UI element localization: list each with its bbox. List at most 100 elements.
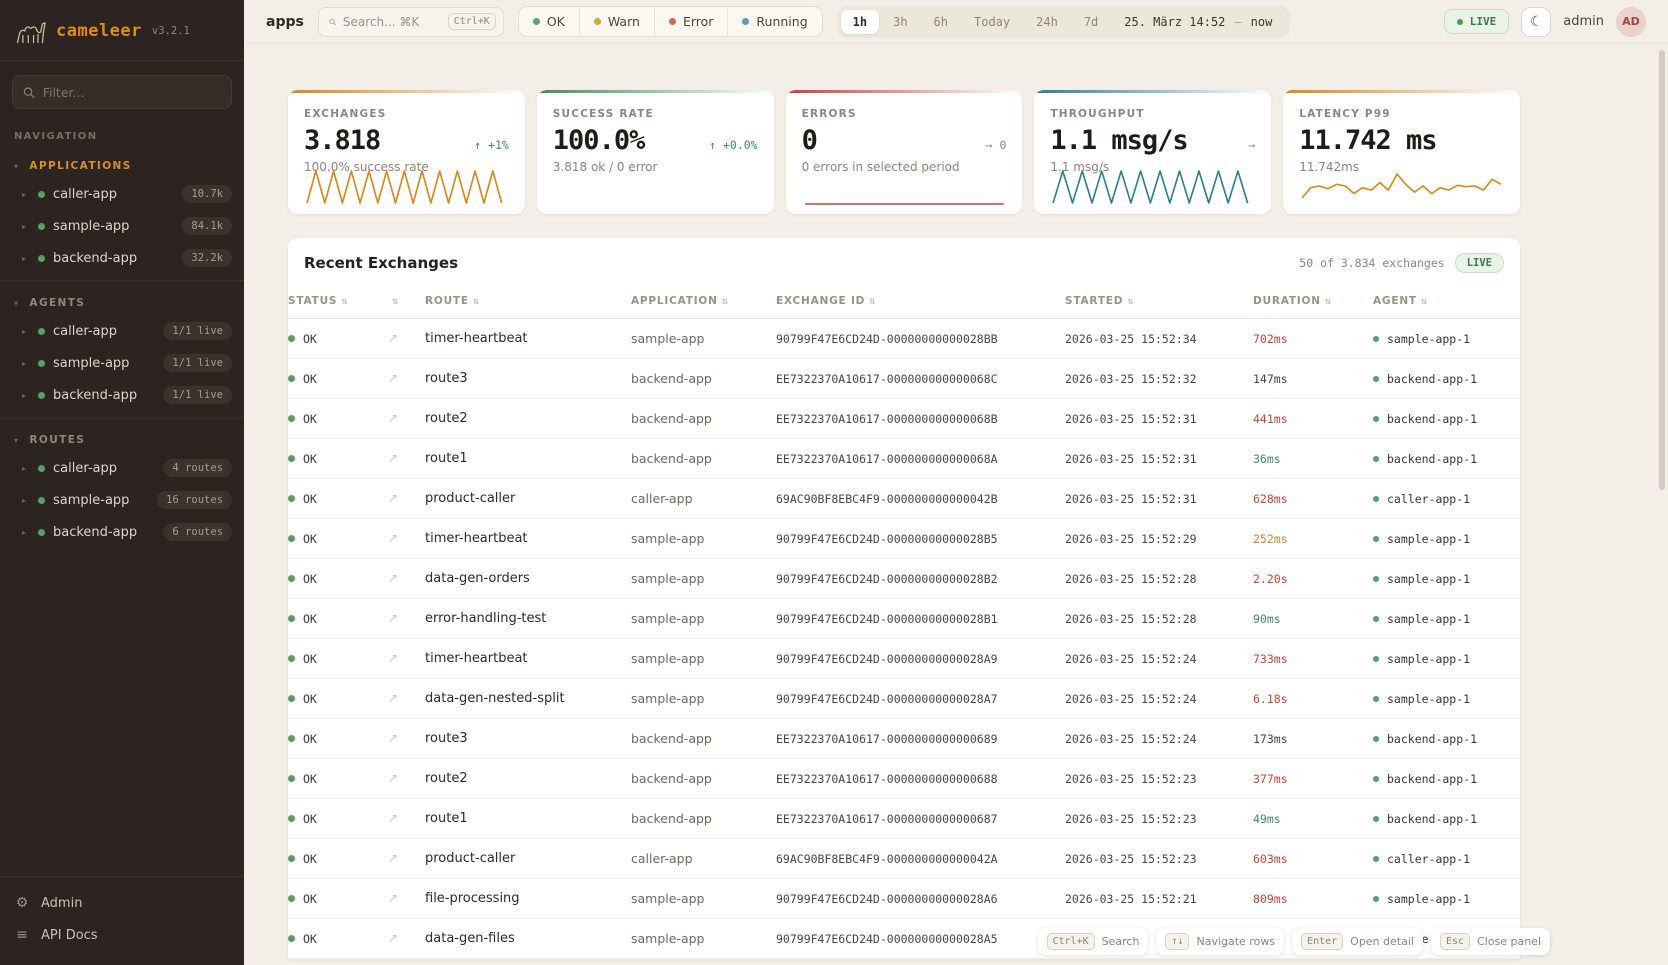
expand-cell[interactable]: ↗ — [388, 519, 425, 559]
table-row[interactable]: OK↗product-callercaller-app69AC90BF8EBC4… — [288, 479, 1520, 519]
column-header-agent[interactable]: AGENT⇅ — [1373, 286, 1520, 319]
table-row[interactable]: OK↗error-handling-testsample-app90799F47… — [288, 599, 1520, 639]
expand-cell[interactable]: ↗ — [388, 759, 425, 799]
open-detail-icon[interactable]: ↗ — [388, 531, 398, 545]
status-filter-ok[interactable]: OK — [519, 7, 579, 36]
column-header-status[interactable]: STATUS⇅ — [288, 286, 388, 319]
table-row[interactable]: OK↗file-processingsample-app90799F47E6CD… — [288, 879, 1520, 919]
theme-toggle-button[interactable]: ☾ — [1521, 7, 1551, 37]
expand-cell[interactable]: ↗ — [388, 879, 425, 919]
column-header-duration[interactable]: DURATION⇅ — [1253, 286, 1373, 319]
sidebar-item-backend-app[interactable]: ▸backend-app1/1 live — [0, 379, 244, 411]
expand-cell[interactable]: ↗ — [388, 799, 425, 839]
expand-cell[interactable]: ↗ — [388, 359, 425, 399]
table-row[interactable]: OK↗data-gen-nested-splitsample-app90799F… — [288, 679, 1520, 719]
expand-cell[interactable]: ↗ — [388, 559, 425, 599]
open-detail-icon[interactable]: ↗ — [388, 611, 398, 625]
table-row[interactable]: OK↗route2backend-appEE7322370A10617-0000… — [288, 759, 1520, 799]
time-range-24h[interactable]: 24h — [1024, 10, 1070, 34]
expand-cell[interactable]: ↗ — [388, 439, 425, 479]
status-filter-running[interactable]: Running — [727, 7, 821, 36]
sidebar-section-header-routes[interactable]: ▾ROUTES — [0, 428, 244, 452]
open-detail-icon[interactable]: ↗ — [388, 851, 398, 865]
column-header-expand[interactable]: ⇅ — [388, 286, 425, 319]
table-row[interactable]: OK↗timer-heartbeatsample-app90799F47E6CD… — [288, 519, 1520, 559]
open-detail-icon[interactable]: ↗ — [388, 491, 398, 505]
time-range-1h[interactable]: 1h — [841, 10, 879, 34]
open-detail-icon[interactable]: ↗ — [388, 451, 398, 465]
sidebar-section-header-applications[interactable]: ▾APPLICATIONS — [0, 154, 244, 178]
global-search[interactable]: Ctrl+K — [318, 7, 504, 37]
expand-cell[interactable]: ↗ — [388, 319, 425, 359]
status-filter-error[interactable]: Error — [654, 7, 727, 36]
open-detail-icon[interactable]: ↗ — [388, 691, 398, 705]
agent-dot-icon — [1373, 496, 1379, 502]
open-detail-icon[interactable]: ↗ — [388, 331, 398, 345]
table-row[interactable]: OK↗product-callercaller-app69AC90BF8EBC4… — [288, 839, 1520, 879]
footer-item-api-docs[interactable]: ≡API Docs — [0, 919, 244, 951]
sidebar-item-caller-app[interactable]: ▸caller-app4 routes — [0, 452, 244, 484]
sidebar-item-badge: 1/1 live — [163, 322, 232, 340]
agent-cell: backend-app-1 — [1373, 439, 1520, 479]
table-row[interactable]: OK↗route3backend-appEE7322370A10617-0000… — [288, 719, 1520, 759]
column-header-route[interactable]: ROUTE⇅ — [425, 286, 631, 319]
sidebar-item-label: backend-app — [53, 388, 155, 403]
scrollbar[interactable] — [1659, 50, 1665, 490]
expand-cell[interactable]: ↗ — [388, 479, 425, 519]
expand-cell[interactable]: ↗ — [388, 719, 425, 759]
open-detail-icon[interactable]: ↗ — [388, 731, 398, 745]
table-live-badge[interactable]: LIVE — [1455, 253, 1504, 273]
sidebar-item-caller-app[interactable]: ▸caller-app1/1 live — [0, 315, 244, 347]
status-filter-warn[interactable]: Warn — [579, 7, 654, 36]
status-filter-label: Warn — [608, 14, 640, 29]
sidebar-item-sample-app[interactable]: ▸sample-app1/1 live — [0, 347, 244, 379]
filter-input[interactable] — [43, 85, 221, 100]
table-row[interactable]: OK↗route1backend-appEE7322370A10617-0000… — [288, 439, 1520, 479]
time-range-today[interactable]: Today — [962, 10, 1022, 34]
live-badge[interactable]: LIVE — [1444, 9, 1510, 34]
sidebar-filter[interactable] — [12, 75, 232, 109]
search-input[interactable] — [343, 15, 441, 29]
expand-cell[interactable]: ↗ — [388, 839, 425, 879]
open-detail-icon[interactable]: ↗ — [388, 571, 398, 585]
open-detail-icon[interactable]: ↗ — [388, 411, 398, 425]
application-cell: sample-app — [631, 599, 776, 639]
sidebar-item-caller-app[interactable]: ▸caller-app10.7k — [0, 178, 244, 210]
table-row[interactable]: OK↗route1backend-appEE7322370A10617-0000… — [288, 799, 1520, 839]
agent-wrap: backend-app-1 — [1373, 732, 1520, 746]
time-range-7d[interactable]: 7d — [1072, 10, 1110, 34]
time-range-3h[interactable]: 3h — [881, 10, 919, 34]
column-header-exchange-id[interactable]: EXCHANGE ID⇅ — [776, 286, 1065, 319]
expand-cell[interactable]: ↗ — [388, 679, 425, 719]
avatar[interactable]: AD — [1616, 7, 1646, 37]
route-cell: file-processing — [425, 879, 631, 919]
open-detail-icon[interactable]: ↗ — [388, 771, 398, 785]
table-row[interactable]: OK↗route2backend-appEE7322370A10617-0000… — [288, 399, 1520, 439]
footer-item-admin[interactable]: ⚙Admin — [0, 887, 244, 919]
table-row[interactable]: OK↗timer-heartbeatsample-app90799F47E6CD… — [288, 639, 1520, 679]
sidebar-item-sample-app[interactable]: ▸sample-app16 routes — [0, 484, 244, 516]
date-range[interactable]: 25. März 14:52 — now — [1112, 15, 1286, 29]
agent-dot-icon — [1373, 616, 1379, 622]
sidebar-item-backend-app[interactable]: ▸backend-app32.2k — [0, 242, 244, 274]
sidebar-item-sample-app[interactable]: ▸sample-app84.1k — [0, 210, 244, 242]
column-header-label: STATUS — [288, 295, 337, 307]
expand-cell[interactable]: ↗ — [388, 919, 425, 959]
sidebar-item-backend-app[interactable]: ▸backend-app6 routes — [0, 516, 244, 548]
open-detail-icon[interactable]: ↗ — [388, 891, 398, 905]
expand-cell[interactable]: ↗ — [388, 599, 425, 639]
expand-cell[interactable]: ↗ — [388, 639, 425, 679]
table-row[interactable]: OK↗timer-heartbeatsample-app90799F47E6CD… — [288, 319, 1520, 359]
table-row[interactable]: OK↗route3backend-appEE7322370A10617-0000… — [288, 359, 1520, 399]
open-detail-icon[interactable]: ↗ — [388, 371, 398, 385]
agent-cell: sample-app-1 — [1373, 639, 1520, 679]
sidebar-section-header-agents[interactable]: ▾AGENTS — [0, 291, 244, 315]
open-detail-icon[interactable]: ↗ — [388, 651, 398, 665]
table-row[interactable]: OK↗data-gen-orderssample-app90799F47E6CD… — [288, 559, 1520, 599]
open-detail-icon[interactable]: ↗ — [388, 931, 398, 945]
open-detail-icon[interactable]: ↗ — [388, 811, 398, 825]
column-header-started[interactable]: STARTED⇅ — [1065, 286, 1253, 319]
expand-cell[interactable]: ↗ — [388, 399, 425, 439]
column-header-application[interactable]: APPLICATION⇅ — [631, 286, 776, 319]
time-range-6h[interactable]: 6h — [922, 10, 960, 34]
